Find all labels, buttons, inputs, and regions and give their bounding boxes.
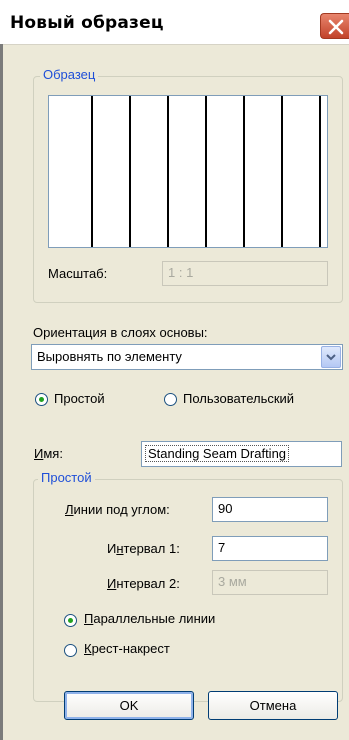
scale-field: 1 : 1 bbox=[162, 261, 328, 286]
preview-line bbox=[319, 96, 321, 247]
simple-group-label: Простой bbox=[38, 470, 95, 485]
custom-radio-label[interactable]: Пользовательский bbox=[183, 391, 294, 406]
orientation-value: Выровнять по элементу bbox=[37, 349, 182, 364]
interval1-input[interactable]: 7 bbox=[212, 536, 328, 561]
name-input[interactable]: Standing Seam Drafting bbox=[141, 441, 342, 467]
cancel-button[interactable]: Отмена bbox=[208, 691, 338, 720]
name-label: Имя: bbox=[34, 446, 63, 461]
preview-line bbox=[243, 96, 245, 247]
interval2-value: 3 мм bbox=[218, 574, 247, 589]
orientation-label: Ориентация в слоях основы: bbox=[33, 325, 208, 340]
interval2-input: 3 мм bbox=[212, 570, 328, 595]
name-value: Standing Seam Drafting bbox=[145, 445, 290, 462]
parallel-lines-radio[interactable] bbox=[64, 614, 77, 627]
preview-line bbox=[91, 96, 93, 247]
scale-value: 1 : 1 bbox=[168, 265, 194, 280]
close-icon bbox=[328, 19, 344, 35]
interval1-label: Интервал 1: bbox=[107, 541, 180, 556]
close-button[interactable] bbox=[320, 13, 349, 39]
sample-group-label: Образец bbox=[40, 67, 99, 82]
preview-line bbox=[281, 96, 283, 247]
simple-radio-label[interactable]: Простой bbox=[54, 391, 105, 406]
interval1-value: 7 bbox=[218, 540, 226, 555]
window-title: Новый образец bbox=[10, 13, 164, 33]
window-edge bbox=[0, 44, 3, 740]
chevron-down-icon bbox=[326, 354, 336, 361]
preview-line bbox=[167, 96, 169, 247]
pattern-preview bbox=[48, 95, 328, 248]
interval2-label: Интервал 2: bbox=[107, 576, 180, 591]
angle-value: 90 bbox=[218, 501, 233, 516]
dropdown-button[interactable] bbox=[321, 346, 341, 368]
angle-input[interactable]: 90 bbox=[212, 497, 328, 522]
preview-line bbox=[129, 96, 131, 247]
preview-line bbox=[205, 96, 207, 247]
crosshatch-label[interactable]: Крест-накрест bbox=[84, 641, 170, 656]
scale-label: Масштаб: bbox=[48, 266, 108, 281]
ok-button[interactable]: OK bbox=[64, 691, 194, 720]
crosshatch-radio[interactable] bbox=[64, 644, 77, 657]
parallel-lines-label[interactable]: Параллельные линии bbox=[84, 611, 215, 626]
custom-radio[interactable] bbox=[164, 393, 177, 406]
angle-label: Линии под углом: bbox=[65, 502, 170, 517]
simple-radio[interactable] bbox=[35, 393, 48, 406]
orientation-select[interactable]: Выровнять по элементу bbox=[31, 344, 343, 370]
